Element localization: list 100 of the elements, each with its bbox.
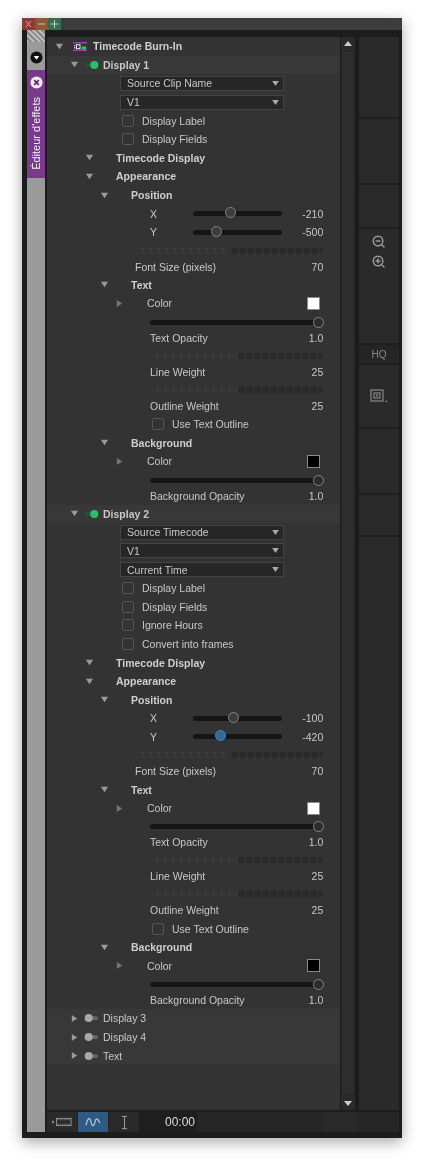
disclosure-triangle-icon[interactable] bbox=[85, 171, 94, 181]
section-heading: Position bbox=[131, 693, 173, 706]
disclosure-triangle-icon[interactable] bbox=[70, 1051, 79, 1061]
effects-editor-tab[interactable]: Éditeur d'effets bbox=[27, 70, 45, 178]
ruler-slider[interactable] bbox=[150, 352, 324, 359]
checkbox-label: Use Text Outline bbox=[172, 418, 249, 430]
ruler-slider[interactable] bbox=[150, 891, 324, 898]
toggle-switch[interactable] bbox=[84, 1032, 99, 1043]
color-label: Color bbox=[147, 802, 173, 815]
disclosure-triangle-icon[interactable] bbox=[115, 961, 124, 971]
color-label: Color bbox=[147, 297, 173, 310]
ruler-slider[interactable] bbox=[135, 247, 324, 254]
disclosure-triangle-icon[interactable] bbox=[100, 942, 109, 952]
disclosure-triangle-icon[interactable] bbox=[55, 41, 64, 51]
toolbar-button[interactable] bbox=[47, 1112, 77, 1132]
zoom-in-icon[interactable] bbox=[372, 255, 387, 269]
hq-button[interactable]: HQ bbox=[359, 345, 399, 363]
zoom-out-icon[interactable] bbox=[372, 235, 387, 249]
disclosure-triangle-icon[interactable] bbox=[85, 153, 94, 163]
section-heading: Text bbox=[131, 278, 152, 291]
disclosure-triangle-icon[interactable] bbox=[100, 280, 109, 290]
disclosure-triangle-icon[interactable] bbox=[70, 1014, 79, 1023]
caret-icon bbox=[272, 548, 279, 554]
checkbox[interactable] bbox=[122, 133, 134, 146]
slider-thumb[interactable] bbox=[313, 979, 325, 991]
disclosure-triangle-icon[interactable] bbox=[85, 658, 94, 668]
slider-thumb[interactable] bbox=[313, 821, 325, 833]
ruler-slider[interactable] bbox=[150, 857, 324, 864]
color-swatch[interactable] bbox=[307, 296, 321, 310]
disclosure-triangle-icon[interactable] bbox=[115, 803, 124, 813]
section-heading: Timecode Burn-In bbox=[93, 40, 183, 53]
slider-value: 1.0 bbox=[308, 994, 324, 1007]
section-heading: Appearance bbox=[116, 170, 177, 183]
checkbox[interactable] bbox=[152, 922, 164, 935]
toggle-switch[interactable] bbox=[84, 1013, 99, 1024]
slider-label: X bbox=[150, 207, 158, 220]
color-label: Color bbox=[147, 959, 173, 972]
disclosure-triangle-icon[interactable] bbox=[100, 190, 109, 200]
dropdown[interactable]: V1 bbox=[120, 543, 284, 559]
slider-thumb[interactable] bbox=[211, 225, 223, 237]
checkbox-label: Display Fields bbox=[142, 133, 208, 146]
toggle-switch[interactable] bbox=[84, 59, 99, 70]
dropdown[interactable]: Current Time bbox=[120, 562, 284, 578]
toggle-switch[interactable] bbox=[84, 1050, 99, 1061]
film-strip-icon bbox=[52, 1117, 72, 1127]
toolbar-button[interactable] bbox=[77, 1112, 108, 1132]
timecode-display: 00:00 bbox=[139, 1112, 197, 1132]
display-label: Display 2 bbox=[103, 507, 150, 520]
disclosure-triangle-icon[interactable] bbox=[70, 1032, 79, 1042]
checkbox[interactable] bbox=[122, 637, 134, 650]
checkbox[interactable] bbox=[122, 619, 134, 632]
slider-label: X bbox=[150, 712, 158, 725]
disclosure-triangle-icon[interactable] bbox=[85, 676, 94, 686]
grip-handle[interactable] bbox=[27, 30, 45, 42]
slider-thumb[interactable] bbox=[225, 207, 237, 219]
wave-icon bbox=[85, 1117, 101, 1127]
toggle-switch[interactable] bbox=[84, 508, 99, 519]
checkbox[interactable] bbox=[122, 114, 134, 127]
slider-thumb[interactable] bbox=[313, 316, 325, 328]
disclosure-triangle-icon[interactable] bbox=[100, 438, 109, 448]
dropdown-menu-icon[interactable] bbox=[29, 51, 43, 64]
checkbox-label: Ignore Hours bbox=[142, 619, 203, 632]
disclosure-triangle-icon[interactable] bbox=[115, 456, 124, 466]
dropdown[interactable]: Source Timecode bbox=[120, 524, 284, 540]
display-label: Display 3 bbox=[103, 1012, 147, 1025]
display-label: Display 4 bbox=[103, 1031, 147, 1044]
checkbox[interactable] bbox=[122, 582, 134, 595]
dropdown[interactable]: V1 bbox=[120, 94, 284, 110]
ruler-slider[interactable] bbox=[150, 386, 324, 393]
checkbox[interactable] bbox=[152, 418, 164, 430]
slider-thumb[interactable] bbox=[313, 474, 325, 486]
section-heading: Appearance bbox=[116, 675, 177, 688]
tab-label: Éditeur d'effets bbox=[30, 97, 42, 170]
disclosure-triangle-icon[interactable] bbox=[100, 785, 109, 794]
section-heading: Position bbox=[131, 189, 173, 202]
color-swatch[interactable] bbox=[307, 959, 321, 973]
slider-thumb[interactable] bbox=[214, 730, 226, 742]
maximize-icon[interactable] bbox=[48, 18, 61, 30]
slider-label: Y bbox=[150, 226, 158, 239]
close-icon[interactable] bbox=[29, 76, 43, 89]
disclosure-triangle-icon[interactable] bbox=[115, 298, 124, 308]
disclosure-triangle-icon[interactable] bbox=[100, 695, 109, 705]
slider-value: 70 bbox=[311, 765, 324, 778]
slider-thumb[interactable] bbox=[228, 711, 240, 723]
checkbox[interactable] bbox=[122, 600, 134, 613]
slider-value: 25 bbox=[311, 870, 324, 883]
checkbox-label: Display Label bbox=[142, 582, 206, 595]
disclosure-triangle-icon[interactable] bbox=[70, 60, 79, 70]
checkbox-label: Use Text Outline bbox=[172, 922, 249, 935]
slider-label: Background Opacity bbox=[150, 994, 245, 1007]
color-swatch[interactable] bbox=[307, 454, 321, 468]
color-swatch[interactable] bbox=[307, 801, 321, 815]
frame-icon[interactable] bbox=[370, 389, 389, 403]
slider-value: 70 bbox=[311, 260, 324, 273]
ruler-slider[interactable] bbox=[135, 752, 324, 759]
disclosure-triangle-icon[interactable] bbox=[70, 509, 79, 519]
dropdown[interactable]: Source Clip Name bbox=[120, 76, 284, 91]
toolbar-button[interactable] bbox=[108, 1112, 139, 1132]
slider-label: Background Opacity bbox=[150, 489, 245, 502]
slider-label: Font Size (pixels) bbox=[135, 765, 217, 778]
